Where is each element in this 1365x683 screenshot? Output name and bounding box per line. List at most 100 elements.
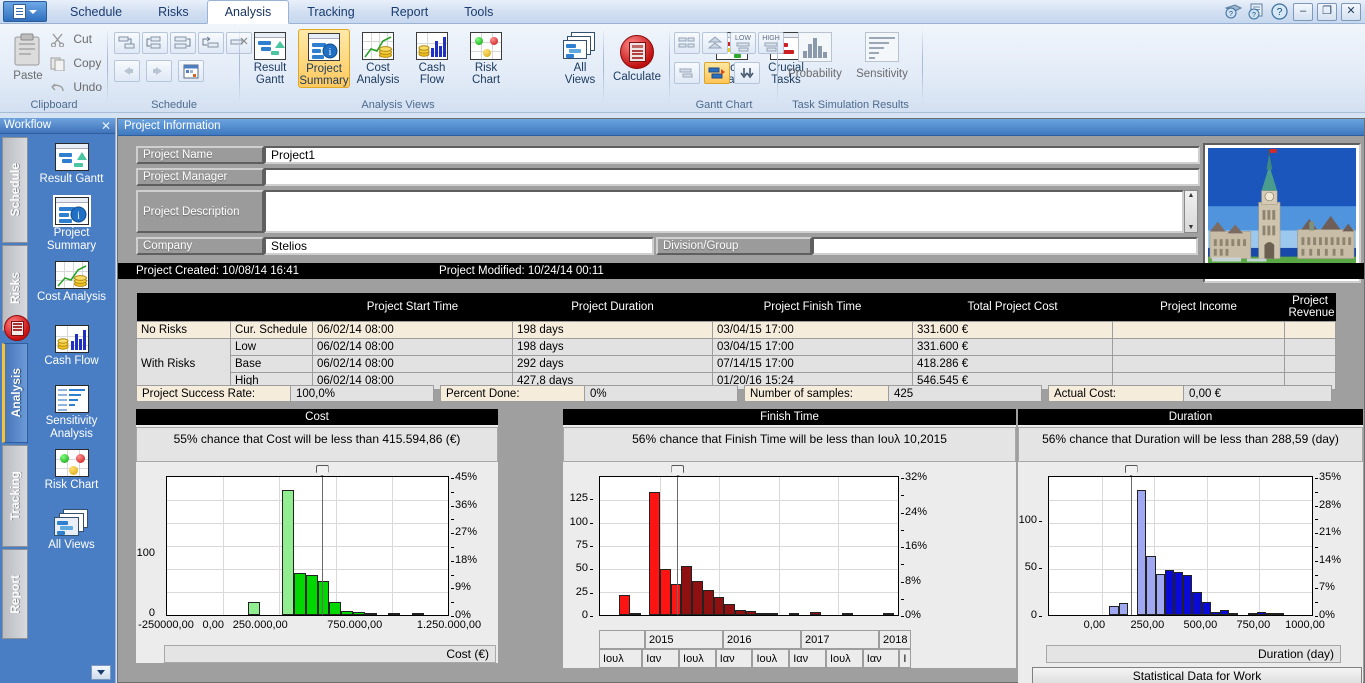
close-icon[interactable]: ✕ bbox=[101, 119, 111, 133]
histogram-bar bbox=[883, 613, 894, 615]
axis-tick bbox=[451, 588, 454, 590]
timeline-year-cell: 2017 bbox=[801, 630, 879, 649]
y-tick-right: 27% bbox=[455, 526, 478, 539]
histogram-bar bbox=[745, 611, 757, 615]
statistical-data-for-work-button[interactable]: Statistical Data for Work bbox=[1032, 667, 1362, 683]
sidebar-tab-analysis[interactable]: Analysis bbox=[2, 343, 28, 443]
x-tick: 250.000,00 bbox=[232, 619, 288, 631]
outdent-task-icon[interactable] bbox=[198, 32, 224, 54]
cash-flow-label-1: Cash bbox=[418, 62, 446, 74]
unlink-tasks-icon[interactable] bbox=[142, 32, 168, 54]
gantt-group-tasks-icon[interactable] bbox=[674, 32, 700, 54]
help-page-icon[interactable]: ? bbox=[1247, 2, 1266, 21]
sidebar-item-result-gantt[interactable]: Result Gantt bbox=[30, 143, 113, 186]
y-tick-right: 8% bbox=[905, 574, 921, 587]
histogram-bar bbox=[1173, 572, 1184, 615]
cost-analysis-icon bbox=[54, 261, 89, 289]
sidebar-item-risk-chart[interactable]: Risk Chart bbox=[30, 449, 113, 492]
th-project-income: Project Income bbox=[1112, 293, 1285, 322]
gridline-h bbox=[167, 523, 448, 524]
gridline-h bbox=[1049, 546, 1312, 547]
all-views-button[interactable]: All Views bbox=[554, 29, 606, 86]
cost-analysis-button[interactable]: Cost Analysis bbox=[352, 29, 404, 86]
project-manager-input[interactable] bbox=[264, 168, 1200, 186]
project-description-input[interactable] bbox=[264, 190, 1184, 233]
sidebar-item-cash-flow[interactable]: Cash Flow bbox=[30, 325, 113, 368]
indent-task-icon[interactable] bbox=[170, 32, 196, 54]
help-book-icon[interactable]: ? bbox=[1224, 2, 1243, 21]
sidebar-tab-report[interactable]: Report bbox=[2, 549, 28, 639]
cash-flow-button[interactable]: Cash Flow bbox=[406, 29, 458, 86]
close-button[interactable]: ✕ bbox=[1341, 2, 1361, 21]
minimize-button[interactable]: – bbox=[1293, 2, 1313, 21]
probability-button[interactable]: Probability bbox=[784, 32, 846, 80]
histogram-bar bbox=[341, 611, 354, 615]
description-scrollbar[interactable]: ▲ ▼ bbox=[1184, 190, 1198, 233]
copy-label: Copy bbox=[73, 56, 102, 70]
histogram-bar bbox=[670, 584, 682, 615]
kpi-percent-done: Percent Done: 0% bbox=[440, 385, 738, 402]
sidebar-tab-schedule[interactable]: Schedule bbox=[2, 137, 28, 243]
scroll-up-icon[interactable]: ▲ bbox=[1185, 191, 1197, 200]
chart-duration-y-axis-left: 0 50 100 bbox=[1018, 476, 1044, 621]
timeline-month-cell: Ιουλ bbox=[599, 649, 643, 668]
calendar-icon[interactable] bbox=[178, 60, 204, 82]
paste-button[interactable]: Paste bbox=[6, 32, 50, 82]
tab-schedule[interactable]: Schedule bbox=[52, 0, 140, 24]
navigate-forward-icon[interactable] bbox=[146, 60, 172, 82]
chart-duration-note: 56% chance that Duration will be less th… bbox=[1018, 427, 1363, 462]
division-group-input[interactable] bbox=[812, 237, 1198, 255]
company-input[interactable]: Stelios bbox=[264, 237, 654, 255]
sensitivity-button[interactable]: Sensitivity bbox=[848, 32, 916, 80]
application-menu-button[interactable] bbox=[3, 1, 47, 22]
svg-text:?: ? bbox=[1252, 12, 1256, 19]
chart-duration: Duration 56% chance that Duration will b… bbox=[1018, 409, 1363, 683]
cost-analysis-icon bbox=[362, 32, 394, 60]
restore-button[interactable]: ❐ bbox=[1317, 2, 1337, 21]
timeline-month-cell: Ιαν bbox=[789, 649, 826, 668]
scroll-down-icon[interactable]: ▼ bbox=[1185, 223, 1197, 232]
gantt-summary-icon[interactable] bbox=[702, 32, 728, 54]
gantt-baseline-icon[interactable] bbox=[674, 62, 700, 84]
axis-minor-tick bbox=[901, 529, 904, 531]
sidebar-item-all-views[interactable]: All Views bbox=[30, 509, 113, 552]
project-summary-button[interactable]: i Project Summary bbox=[298, 29, 350, 88]
gantt-critical-path-icon[interactable] bbox=[704, 62, 730, 84]
project-name-input[interactable]: Project1 bbox=[264, 146, 1200, 164]
cash-flow-label-2: Flow bbox=[419, 74, 445, 86]
risk-chart-button[interactable]: Risk Chart bbox=[460, 29, 512, 86]
result-gantt-button[interactable]: Result Gantt bbox=[244, 29, 296, 86]
copy-button[interactable]: Copy bbox=[50, 56, 102, 72]
histogram-bar bbox=[1146, 556, 1156, 615]
calculate-badge-icon[interactable] bbox=[4, 315, 30, 341]
tab-tracking[interactable]: Tracking bbox=[289, 0, 372, 24]
sidebar-item-sensitivity-analysis[interactable]: Sensitivity Analysis bbox=[30, 385, 113, 440]
gantt-low-icon[interactable]: LOW bbox=[730, 32, 756, 54]
link-tasks-icon[interactable] bbox=[114, 32, 140, 54]
help-question-icon[interactable]: ? bbox=[1270, 2, 1289, 21]
y-tick-right: 28% bbox=[1319, 498, 1342, 511]
histogram-bar bbox=[1247, 613, 1257, 615]
workflow-more-button[interactable] bbox=[91, 665, 111, 680]
sidebar-item-cost-analysis[interactable]: Cost Analysis bbox=[30, 261, 113, 304]
main-panel: Project Information Project Name Project… bbox=[117, 118, 1365, 683]
sidebar-tab-risks-label: Risks bbox=[8, 271, 22, 305]
tab-analysis[interactable]: Analysis bbox=[206, 0, 290, 24]
sidebar-tab-tracking[interactable]: Tracking bbox=[2, 445, 28, 547]
tab-risks[interactable]: Risks bbox=[140, 0, 207, 24]
cut-button[interactable]: Cut bbox=[50, 32, 92, 48]
histogram-bar bbox=[305, 574, 318, 615]
x-tick: 1000,00 bbox=[1285, 619, 1325, 631]
calculate-button[interactable]: Calculate bbox=[608, 32, 666, 83]
gantt-collapse-icon[interactable] bbox=[734, 62, 760, 84]
tab-tools[interactable]: Tools bbox=[446, 0, 511, 24]
sidebar-item-project-summary[interactable]: i Project Summary bbox=[30, 195, 113, 252]
axis-tick bbox=[901, 581, 904, 583]
tab-report[interactable]: Report bbox=[373, 0, 447, 24]
gridline-h bbox=[600, 592, 898, 593]
svg-text:?: ? bbox=[1229, 11, 1233, 18]
histogram-bar bbox=[1118, 602, 1128, 615]
undo-button[interactable]: Undo bbox=[50, 80, 102, 94]
navigate-back-icon[interactable] bbox=[114, 60, 140, 82]
histogram-bar bbox=[1192, 592, 1202, 615]
